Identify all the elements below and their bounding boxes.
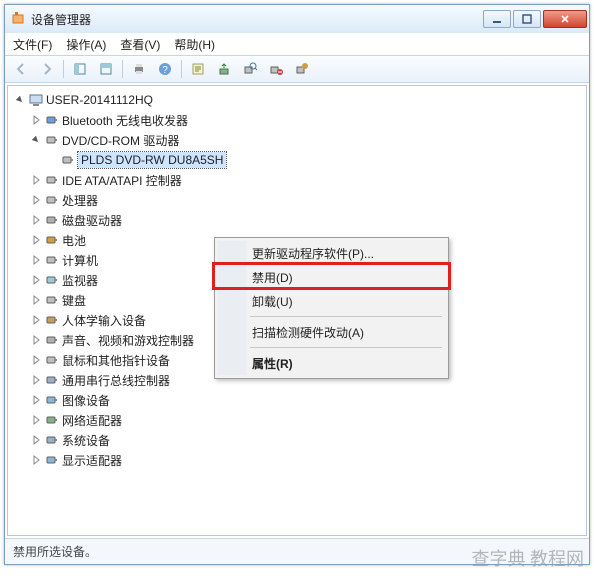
- uninstall-button[interactable]: [290, 58, 314, 80]
- tree-category[interactable]: 网络适配器: [12, 410, 586, 430]
- tree-category-label: 键盘: [62, 292, 86, 309]
- tree-device[interactable]: PLDS DVD-RW DU8A5SH: [12, 150, 586, 170]
- tree-category-label: 处理器: [62, 192, 98, 209]
- tree-category-label: 电池: [62, 232, 86, 249]
- toolbar-separator: [63, 60, 64, 78]
- context-menu-separator: [250, 347, 442, 348]
- window-title: 设备管理器: [31, 11, 481, 28]
- toolbar-separator: [181, 60, 182, 78]
- titlebar[interactable]: 设备管理器: [5, 5, 589, 33]
- context-menu: 更新驱动程序软件(P)... 禁用(D) 卸载(U) 扫描检测硬件改动(A) 属…: [214, 237, 449, 379]
- device-icon: [60, 152, 76, 168]
- tree-category-label: 监视器: [62, 272, 98, 289]
- tree-category[interactable]: 磁盘驱动器: [12, 210, 586, 230]
- device-category-icon: [44, 372, 60, 388]
- device-category-icon: [44, 272, 60, 288]
- tree-category[interactable]: IDE ATA/ATAPI 控制器: [12, 170, 586, 190]
- device-manager-window: 设备管理器 文件(F) 操作(A) 查看(V) 帮助(H) ? USER-201…: [4, 4, 590, 565]
- tree-category-label: DVD/CD-ROM 驱动器: [62, 132, 179, 149]
- device-category-icon: [44, 252, 60, 268]
- tree-category[interactable]: 图像设备: [12, 390, 586, 410]
- tree-category-label: 声音、视频和游戏控制器: [62, 332, 194, 349]
- tree-category-label: 显示适配器: [62, 452, 122, 469]
- help-button[interactable]: ?: [153, 58, 177, 80]
- tree-category[interactable]: Bluetooth 无线电收发器: [12, 110, 586, 130]
- device-category-icon: [44, 412, 60, 428]
- minimize-button[interactable]: [483, 10, 511, 28]
- device-category-icon: [44, 332, 60, 348]
- device-category-icon: [44, 232, 60, 248]
- menubar: 文件(F) 操作(A) 查看(V) 帮助(H): [5, 33, 589, 55]
- tree-root[interactable]: USER-20141112HQ: [12, 90, 586, 110]
- menu-scan-hardware[interactable]: 扫描检测硬件改动(A): [218, 320, 445, 344]
- tree-category-label: 磁盘驱动器: [62, 212, 122, 229]
- device-category-icon: [44, 292, 60, 308]
- svg-text:?: ?: [162, 65, 168, 76]
- tree-device-label: PLDS DVD-RW DU8A5SH: [78, 152, 226, 168]
- window-controls: [481, 10, 587, 28]
- device-category-icon: [44, 352, 60, 368]
- device-category-icon: [44, 392, 60, 408]
- scan-hardware-button[interactable]: [238, 58, 262, 80]
- back-button: [9, 58, 33, 80]
- disable-button[interactable]: [264, 58, 288, 80]
- device-category-icon: [44, 112, 60, 128]
- tree-category[interactable]: 系统设备: [12, 430, 586, 450]
- tree-category[interactable]: 处理器: [12, 190, 586, 210]
- menu-uninstall[interactable]: 卸载(U): [218, 289, 445, 313]
- tree-category-label: 鼠标和其他指针设备: [62, 352, 170, 369]
- menu-properties[interactable]: 属性(R): [218, 351, 445, 375]
- watermark: 查字典 教程网: [472, 545, 585, 571]
- toolbar: ?: [5, 55, 589, 83]
- tree-category-label: 通用串行总线控制器: [62, 372, 170, 389]
- context-menu-separator: [250, 316, 442, 317]
- tree-category-label: 人体学输入设备: [62, 312, 146, 329]
- tree-category-label: 图像设备: [62, 392, 110, 409]
- tree-category-label: IDE ATA/ATAPI 控制器: [62, 172, 182, 189]
- menu-help[interactable]: 帮助(H): [174, 36, 215, 53]
- forward-button: [35, 58, 59, 80]
- status-text: 禁用所选设备。: [13, 543, 97, 560]
- device-category-icon: [44, 452, 60, 468]
- tree-category[interactable]: DVD/CD-ROM 驱动器: [12, 130, 586, 150]
- tree-category-label: 计算机: [62, 252, 98, 269]
- device-category-icon: [44, 192, 60, 208]
- device-tree[interactable]: USER-20141112HQ Bluetooth 无线电收发器 DVD/CD-RO…: [7, 85, 587, 536]
- device-category-icon: [44, 312, 60, 328]
- maximize-button[interactable]: [513, 10, 541, 28]
- close-button[interactable]: [543, 10, 587, 28]
- menu-disable[interactable]: 禁用(D): [218, 265, 445, 289]
- print-button[interactable]: [127, 58, 151, 80]
- app-icon: [11, 11, 27, 27]
- menu-action[interactable]: 操作(A): [66, 36, 106, 53]
- device-category-icon: [44, 132, 60, 148]
- tree-root-label: USER-20141112HQ: [46, 93, 153, 107]
- menu-update-driver[interactable]: 更新驱动程序软件(P)...: [218, 241, 445, 265]
- tree-category-label: 网络适配器: [62, 412, 122, 429]
- device-category-icon: [44, 432, 60, 448]
- toolbar-separator: [122, 60, 123, 78]
- view-button-2[interactable]: [94, 58, 118, 80]
- computer-icon: [28, 92, 44, 108]
- tree-category[interactable]: 显示适配器: [12, 450, 586, 470]
- view-button-1[interactable]: [68, 58, 92, 80]
- properties-button[interactable]: [186, 58, 210, 80]
- device-category-icon: [44, 172, 60, 188]
- tree-category-label: 系统设备: [62, 432, 110, 449]
- device-category-icon: [44, 212, 60, 228]
- menu-view[interactable]: 查看(V): [120, 36, 160, 53]
- menu-file[interactable]: 文件(F): [13, 36, 52, 53]
- refresh-button[interactable]: [212, 58, 236, 80]
- tree-category-label: Bluetooth 无线电收发器: [62, 112, 188, 129]
